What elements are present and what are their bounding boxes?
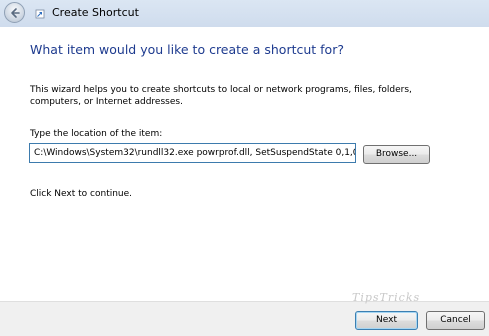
create-shortcut-app-icon [35,9,45,19]
back-arrow-icon [11,8,20,18]
next-button[interactable]: Next [355,311,418,330]
browse-button[interactable]: Browse... [363,145,430,164]
watermark-text: TipsTricks [352,291,421,304]
window-title: Create Shortcut [52,6,139,19]
cancel-button[interactable]: Cancel [426,311,485,330]
back-button[interactable] [4,2,25,23]
page-heading: What item would you like to create a sho… [30,42,344,57]
title-bar: Create Shortcut [0,0,489,27]
continue-instruction: Click Next to continue. [30,189,133,199]
location-input[interactable]: C:\Windows\System32\rundll32.exe powrpro… [29,143,356,163]
location-label: Type the location of the item: [30,129,163,139]
location-input-value: C:\Windows\System32\rundll32.exe powrpro… [34,148,356,158]
wizard-description: This wizard helps you to create shortcut… [30,85,412,107]
create-shortcut-window: Create Shortcut What item would you like… [0,0,489,336]
